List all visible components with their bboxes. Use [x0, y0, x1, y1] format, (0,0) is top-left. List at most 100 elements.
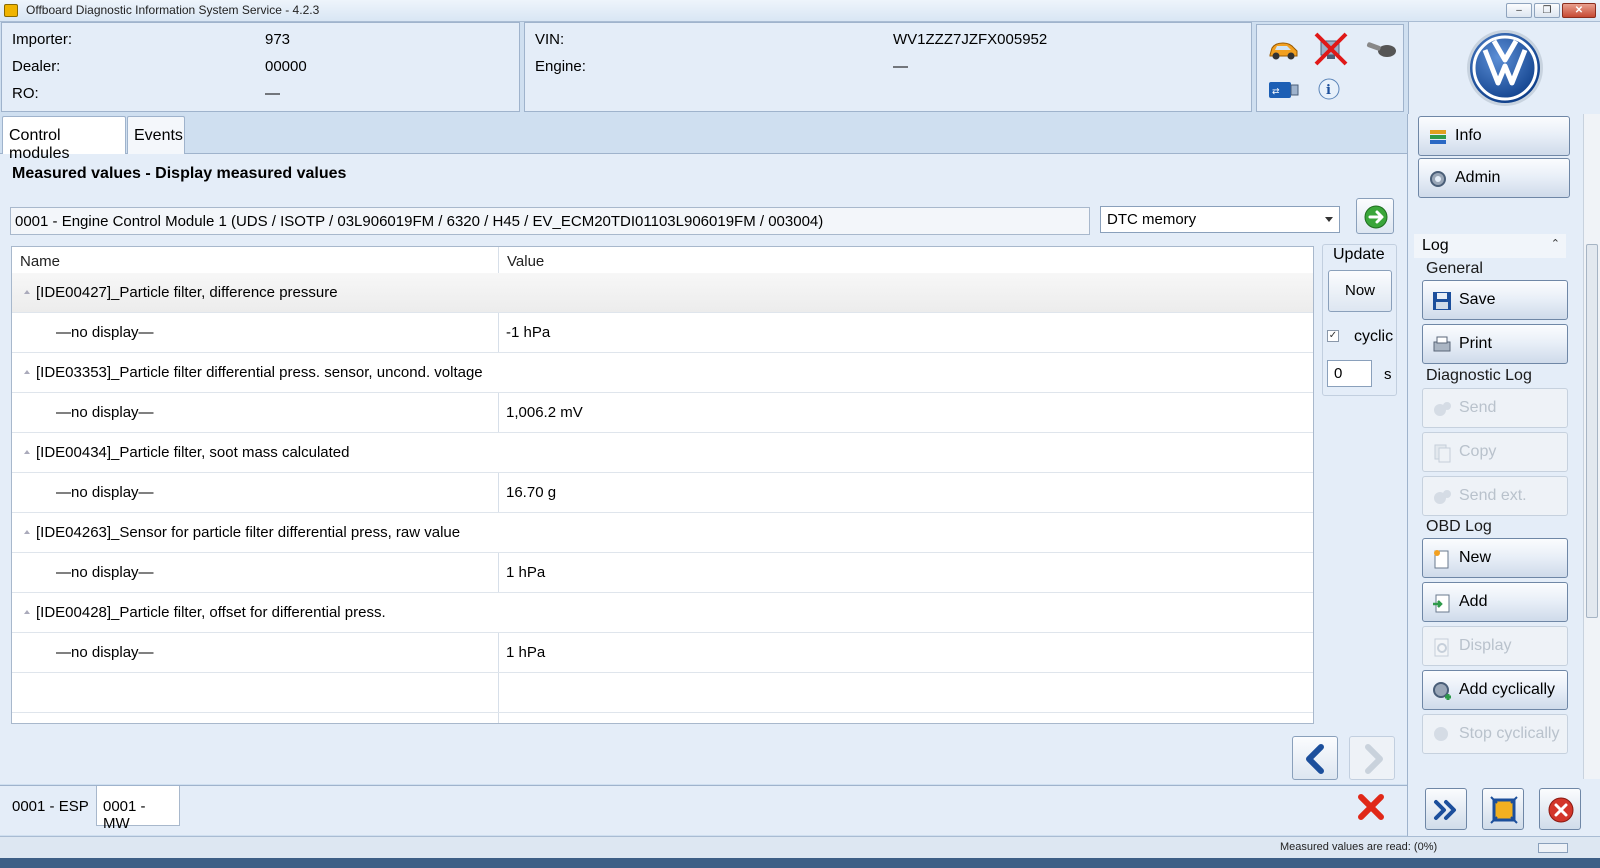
copy-icon — [1434, 444, 1451, 463]
scrollbar-thumb[interactable] — [1586, 244, 1598, 618]
function-dropdown[interactable]: DTC memory — [1100, 206, 1340, 233]
new-log-button[interactable]: New — [1422, 538, 1568, 578]
cycle-seconds-input[interactable]: 0 — [1327, 360, 1372, 387]
exit-button[interactable] — [1539, 788, 1581, 830]
table-row[interactable]: —no display— 16.70 g — [12, 473, 1313, 513]
dealer-label: Dealer: — [12, 58, 61, 75]
expand-triangle-icon[interactable] — [24, 370, 30, 374]
new-document-icon — [1434, 550, 1449, 569]
row-value: 1,006.2 mV — [506, 404, 583, 421]
status-message: Measured values are read: (0%) — [1280, 841, 1438, 853]
stop-cyclically-label: Stop cyclically — [1459, 725, 1560, 742]
vin-label: VIN: — [535, 31, 565, 48]
row-name: —no display— — [56, 484, 154, 501]
row-name: [IDE00428]_Particle filter, offset for d… — [36, 604, 386, 621]
table-group-row[interactable]: [IDE00428]_Particle filter, offset for d… — [12, 593, 1313, 633]
table-group-row[interactable]: [IDE00434]_Particle filter, soot mass ca… — [12, 433, 1313, 473]
table-group-row[interactable]: [IDE00427]_Particle filter, difference p… — [12, 273, 1313, 313]
admin-gear-icon — [1430, 171, 1446, 187]
expand-triangle-icon[interactable] — [24, 290, 30, 294]
cyclic-checkbox[interactable]: ✓ — [1327, 330, 1339, 342]
floppy-disk-icon — [1433, 292, 1451, 310]
row-value: 1 hPa — [506, 564, 546, 581]
column-header-value[interactable]: Value — [499, 247, 552, 273]
copy-button[interactable]: Copy — [1422, 432, 1568, 472]
importer-value: 973 — [265, 31, 291, 48]
collapse-icon: ⌃ — [1550, 238, 1560, 250]
send-button[interactable]: Send — [1422, 388, 1568, 428]
fit-window-button[interactable] — [1482, 788, 1524, 830]
info-button[interactable]: Info — [1418, 116, 1570, 156]
save-label: Save — [1459, 291, 1496, 308]
log-label: Log — [1422, 237, 1449, 254]
send-ext-gears-icon — [1434, 490, 1451, 504]
table-group-row[interactable]: [IDE04263]_Sensor for particle filter di… — [12, 513, 1313, 553]
send-ext-label: Send ext. — [1459, 487, 1527, 504]
restore-button[interactable]: ❐ — [1534, 3, 1560, 18]
ro-value: — — [265, 85, 280, 102]
print-button[interactable]: Print — [1422, 324, 1568, 364]
info-button-label: Info — [1455, 127, 1482, 144]
next-button[interactable] — [1349, 736, 1395, 780]
general-group-label: General — [1426, 260, 1483, 277]
expand-triangle-icon[interactable] — [24, 450, 30, 454]
copy-label: Copy — [1459, 443, 1497, 460]
tab-control-modules[interactable]: Control modules — [2, 116, 126, 162]
tab-events[interactable]: Events — [127, 116, 185, 154]
forward-button[interactable] — [1425, 788, 1467, 830]
row-name: [IDE04263]_Sensor for particle filter di… — [36, 524, 461, 541]
expand-triangle-icon[interactable] — [24, 530, 30, 534]
add-log-button[interactable]: Add — [1422, 582, 1568, 622]
connection-status-panel: ⇄ i — [1256, 24, 1404, 112]
stop-cyclically-gear-icon — [1434, 727, 1448, 741]
new-label: New — [1459, 549, 1492, 566]
info-icon[interactable]: i — [1315, 77, 1347, 103]
svg-text:⇄: ⇄ — [1272, 87, 1280, 97]
sidebar-scrollbar[interactable] — [1583, 114, 1600, 779]
stop-cyclically-button[interactable]: Stop cyclically — [1422, 714, 1568, 754]
chevron-left-icon — [1306, 744, 1324, 774]
cyclic-label: cyclic — [1354, 328, 1394, 345]
add-cyclically-gear-icon — [1433, 682, 1451, 700]
session-tab-esp[interactable]: 0001 - ESP — [6, 786, 95, 826]
table-row[interactable]: —no display— 1,006.2 mV — [12, 393, 1313, 433]
table-group-row[interactable]: [IDE03353]_Particle filter differential … — [12, 353, 1313, 393]
empty-row — [12, 673, 1313, 713]
column-header-name[interactable]: Name — [12, 247, 68, 273]
exit-icon — [1548, 797, 1574, 823]
update-now-button[interactable]: Now — [1328, 270, 1392, 312]
chevron-down-icon — [1325, 217, 1333, 222]
admin-button[interactable]: Admin — [1418, 158, 1570, 198]
log-panel-header[interactable]: Log ⌃ — [1414, 234, 1566, 258]
admin-button-label: Admin — [1455, 169, 1501, 186]
dealer-value: 00000 — [265, 58, 307, 75]
close-window-button[interactable]: ✕ — [1562, 3, 1596, 18]
cancel-icon[interactable] — [1356, 792, 1386, 822]
save-button[interactable]: Save — [1422, 280, 1568, 320]
section-title: Measured values - Display measured value… — [12, 165, 347, 182]
books-icon — [1430, 130, 1446, 144]
minimize-button[interactable]: – — [1506, 3, 1532, 18]
table-row[interactable]: —no display— 1 hPa — [12, 553, 1313, 593]
table-row[interactable]: —no display— -1 hPa — [12, 313, 1313, 353]
session-tab-mw[interactable]: 0001 - MW — [96, 786, 180, 832]
row-name: —no display— — [56, 564, 154, 581]
window-title: Offboard Diagnostic Information System S… — [26, 3, 320, 17]
go-button[interactable] — [1356, 198, 1394, 234]
fit-screen-icon — [1490, 796, 1518, 824]
table-row[interactable]: —no display— 1 hPa — [12, 633, 1313, 673]
row-value: 16.70 g — [506, 484, 557, 501]
send-ext-button[interactable]: Send ext. — [1422, 476, 1568, 516]
expand-triangle-icon[interactable] — [24, 610, 30, 614]
row-name: [IDE00434]_Particle filter, soot mass ca… — [36, 444, 350, 461]
display-log-button[interactable]: Display — [1422, 626, 1568, 666]
chevron-right-icon — [1365, 744, 1383, 774]
progress-indicator — [1538, 843, 1568, 853]
double-chevron-right-icon — [1434, 800, 1456, 820]
dealer-info-panel: Importer: 973 Dealer: 00000 RO: — — [1, 22, 520, 112]
display-label: Display — [1459, 637, 1512, 654]
window-titlebar: Offboard Diagnostic Information System S… — [0, 0, 1600, 22]
add-cyclically-button[interactable]: Add cyclically — [1422, 670, 1568, 710]
vehicle-info-panel: VIN: WV1ZZZ7JZFX005952 Engine: — — [524, 22, 1252, 112]
previous-button[interactable] — [1292, 736, 1338, 780]
